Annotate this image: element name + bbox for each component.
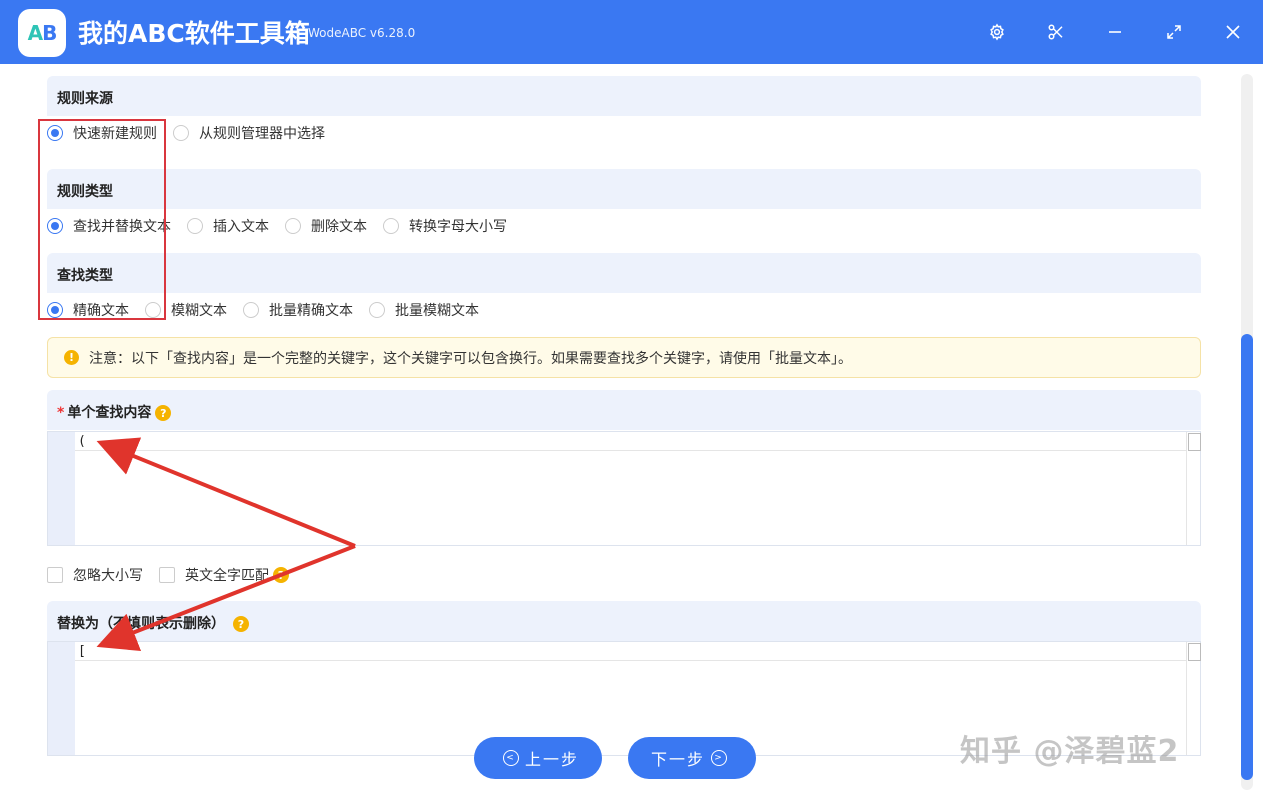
- checkbox-ignore-case[interactable]: 忽略大小写: [47, 565, 143, 585]
- radio-dot: [285, 218, 301, 234]
- match-options: 忽略大小写 英文全字匹配?: [47, 564, 305, 586]
- radio-label: 插入文本: [213, 219, 269, 235]
- radio-label: 从规则管理器中选择: [199, 126, 325, 142]
- scrollbar-thumb[interactable]: [1241, 334, 1253, 780]
- scissors-icon[interactable]: [1044, 20, 1068, 44]
- radio-label: 批量模糊文本: [395, 303, 479, 319]
- replace-header: 替换为（不填则表示删除）?: [47, 601, 1201, 641]
- help-icon[interactable]: ?: [155, 405, 172, 421]
- radio-dot: [173, 125, 189, 141]
- app-version: WodeABC v6.28.0: [308, 26, 416, 40]
- find-content-header: * 单个查找内容?: [47, 390, 1201, 430]
- radio-dot: [243, 302, 259, 318]
- checkbox-label: 英文全字匹配: [185, 568, 269, 584]
- notice-banner: ! 注意：以下「查找内容」是一个完整的关键字，这个关键字可以包含换行。如果需要查…: [47, 337, 1201, 378]
- radio-batch-exact-text[interactable]: 批量精确文本: [243, 300, 353, 320]
- settings-gear-icon[interactable]: [985, 20, 1009, 44]
- next-step-label: 下一步: [650, 750, 705, 769]
- radio-dot: [383, 218, 399, 234]
- find-content-title: 单个查找内容: [67, 405, 152, 421]
- warning-icon: !: [64, 350, 79, 365]
- minimize-icon[interactable]: [1103, 20, 1127, 44]
- radio-label: 转换字母大小写: [409, 219, 507, 235]
- help-icon[interactable]: ?: [273, 567, 289, 583]
- page-scrollbar[interactable]: [1241, 74, 1253, 790]
- textarea-scrollbar[interactable]: [1186, 642, 1201, 755]
- close-icon[interactable]: [1221, 20, 1245, 44]
- notice-text: 注意：以下「查找内容」是一个完整的关键字，这个关键字可以包含换行。如果需要查找多…: [89, 350, 852, 367]
- radio-from-rule-manager[interactable]: 从规则管理器中选择: [173, 123, 325, 143]
- next-step-button[interactable]: 下一步 >: [628, 737, 756, 779]
- radio-dot: [187, 218, 203, 234]
- highlight-box: [38, 119, 166, 320]
- prev-step-button[interactable]: < 上一步: [474, 737, 602, 779]
- chevron-left-icon: <: [502, 750, 519, 766]
- radio-label: 删除文本: [311, 219, 367, 235]
- app-title: 我的ABC软件工具箱: [78, 19, 310, 48]
- chevron-right-icon: >: [711, 750, 727, 766]
- help-icon[interactable]: ?: [233, 616, 249, 632]
- main-panel: 规则来源 快速新建规则 从规则管理器中选择 规则类型 查找并替换文本 插入文本 …: [0, 64, 1263, 800]
- radio-batch-fuzzy-text[interactable]: 批量模糊文本: [369, 300, 479, 320]
- logo-letter-a: A: [27, 21, 44, 45]
- rule-type-header: 规则类型: [47, 169, 1201, 209]
- replace-title: 替换为（不填则表示删除）: [57, 616, 225, 632]
- radio-insert-text[interactable]: 插入文本: [187, 216, 269, 236]
- radio-label: 模糊文本: [171, 303, 227, 319]
- radio-label: 批量精确文本: [269, 303, 353, 319]
- title-bar: AB 我的ABC软件工具箱 WodeABC v6.28.0: [0, 0, 1263, 64]
- radio-dot: [369, 302, 385, 318]
- checkbox-label: 忽略大小写: [73, 568, 143, 584]
- rule-source-header: 规则来源: [47, 76, 1201, 116]
- line-gutter: [48, 432, 75, 545]
- app-logo-icon: AB: [18, 9, 66, 57]
- logo-letter-b: B: [42, 21, 57, 45]
- checkbox-whole-word[interactable]: 英文全字匹配?: [159, 565, 289, 585]
- radio-convert-case[interactable]: 转换字母大小写: [383, 216, 507, 236]
- replace-value[interactable]: [: [75, 642, 1186, 661]
- watermark: 知乎 @泽碧蓝2: [960, 734, 1180, 769]
- checkbox-box: [159, 567, 175, 583]
- prev-step-label: 上一步: [524, 750, 579, 769]
- maximize-icon[interactable]: [1162, 20, 1186, 44]
- required-mark: *: [57, 405, 65, 421]
- textarea-scrollbar[interactable]: [1186, 432, 1201, 545]
- find-content-value[interactable]: (: [75, 432, 1186, 451]
- find-content-input[interactable]: (: [47, 431, 1201, 546]
- find-type-header: 查找类型: [47, 253, 1201, 293]
- checkbox-box: [47, 567, 63, 583]
- radio-delete-text[interactable]: 删除文本: [285, 216, 367, 236]
- line-gutter: [48, 642, 75, 755]
